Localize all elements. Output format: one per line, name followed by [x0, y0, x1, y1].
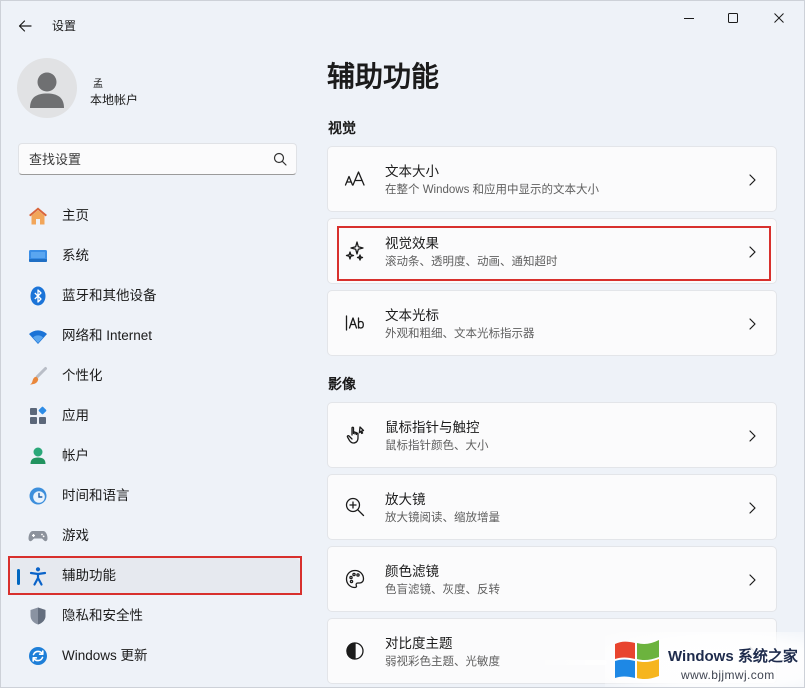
card-title: 鼠标指针与触控 [385, 420, 480, 435]
sidebar-item-windows-update[interactable]: Windows 更新 [10, 638, 300, 674]
card-title: 放大镜 [385, 492, 426, 507]
section-heading: 影像 [328, 376, 356, 392]
sidebar-item-accessibility[interactable]: 辅助功能 [10, 558, 300, 594]
minimize-icon [684, 13, 694, 23]
chevron-right-icon [749, 430, 756, 442]
search-input[interactable] [19, 144, 259, 174]
text-size-icon [344, 168, 366, 190]
selection-indicator [17, 569, 20, 585]
bluetooth-icon [28, 286, 48, 306]
chevron-right-icon [749, 246, 756, 258]
sidebar-item-label: 帐户 [62, 448, 89, 463]
window-title: 设置 [52, 19, 77, 33]
watermark-streak [535, 660, 607, 665]
chevron-right-icon [749, 502, 756, 514]
sidebar-item-apps[interactable]: 应用 [10, 398, 300, 434]
account-name: 孟 [93, 79, 103, 90]
card-subtitle: 放大镜阅读、缩放增量 [385, 512, 500, 524]
windows-logo-icon [613, 638, 661, 682]
windows-update-icon [28, 646, 48, 666]
card-subtitle: 色盲滤镜、灰度、反转 [385, 584, 500, 596]
sidebar-item-label: 隐私和安全性 [62, 608, 143, 623]
setting-card-color-filters[interactable]: 颜色滤镜 色盲滤镜、灰度、反转 [327, 546, 777, 612]
sidebar-item-label: 辅助功能 [62, 568, 116, 583]
card-title: 颜色滤镜 [385, 564, 439, 579]
setting-card-mouse-pointer[interactable]: 鼠标指针与触控 鼠标指针颜色、大小 [327, 402, 777, 468]
sidebar-item-label: 应用 [62, 408, 89, 423]
sidebar-item-system[interactable]: 系统 [10, 238, 300, 274]
maximize-button[interactable] [728, 13, 738, 23]
sidebar-item-accounts[interactable]: 帐户 [10, 438, 300, 474]
shield-icon [28, 606, 48, 626]
sidebar-item-bluetooth[interactable]: 蓝牙和其他设备 [10, 278, 300, 314]
maximize-icon [728, 13, 738, 23]
sidebar-item-personalization[interactable]: 个性化 [10, 358, 300, 394]
watermark-url: www.bjjmwj.com [681, 668, 775, 682]
sidebar-item-label: Windows 更新 [62, 648, 148, 663]
color-filter-icon [344, 568, 366, 590]
wifi-icon [28, 326, 48, 346]
sidebar-item-label: 游戏 [62, 528, 89, 543]
card-title: 视觉效果 [385, 236, 439, 251]
search-box[interactable] [18, 143, 297, 175]
card-title: 文本光标 [385, 308, 439, 323]
sidebar-item-label: 个性化 [62, 368, 103, 383]
sidebar-item-label: 蓝牙和其他设备 [62, 288, 157, 303]
setting-card-text-cursor[interactable]: 文本光标 外观和粗细、文本光标指示器 [327, 290, 777, 356]
system-icon [28, 246, 48, 266]
card-subtitle: 在整个 Windows 和应用中显示的文本大小 [385, 184, 600, 196]
sidebar-item-label: 网络和 Internet [62, 328, 153, 343]
home-icon [28, 206, 48, 226]
sidebar-item-gaming[interactable]: 游戏 [10, 518, 300, 554]
accessibility-icon [28, 566, 48, 586]
back-button[interactable] [14, 15, 36, 37]
sidebar-item-label: 主页 [62, 208, 89, 223]
back-arrow-icon [14, 19, 36, 33]
sidebar-item-network[interactable]: 网络和 Internet [10, 318, 300, 354]
card-subtitle: 滚动条、透明度、动画、通知超时 [385, 256, 558, 268]
sidebar-item-privacy-security[interactable]: 隐私和安全性 [10, 598, 300, 634]
person-icon [17, 58, 77, 118]
close-icon [774, 13, 784, 23]
apps-icon [28, 406, 48, 426]
setting-card-visual-effects[interactable]: 视觉效果 滚动条、透明度、动画、通知超时 [327, 218, 777, 284]
gaming-icon [28, 526, 48, 546]
contrast-icon [344, 640, 366, 662]
card-title: 文本大小 [385, 164, 439, 179]
minimize-button[interactable] [684, 13, 694, 23]
account-icon [28, 446, 48, 466]
card-title: 对比度主题 [385, 636, 453, 651]
watermark-brand: Windows 系统之家 [668, 648, 798, 665]
chevron-right-icon [749, 574, 756, 586]
card-subtitle: 鼠标指针颜色、大小 [385, 440, 489, 452]
page-title: 辅助功能 [327, 61, 440, 92]
chevron-right-icon [749, 318, 756, 330]
setting-card-text-size[interactable]: 文本大小 在整个 Windows 和应用中显示的文本大小 [327, 146, 777, 212]
sidebar-item-label: 时间和语言 [62, 488, 130, 503]
close-button[interactable] [774, 13, 784, 23]
card-subtitle: 外观和粗细、文本光标指示器 [385, 328, 535, 340]
card-subtitle: 弱视彩色主题、光敏度 [385, 656, 500, 668]
search-icon[interactable] [273, 152, 287, 166]
setting-card-magnifier[interactable]: 放大镜 放大镜阅读、缩放增量 [327, 474, 777, 540]
avatar[interactable] [17, 58, 77, 118]
watermark: Windows 系统之家 www.bjjmwj.com [605, 632, 805, 688]
sidebar-item-home[interactable]: 主页 [10, 198, 300, 234]
sidebar-item-label: 系统 [62, 248, 89, 263]
sidebar-item-time-language[interactable]: 时间和语言 [10, 478, 300, 514]
time-language-icon [28, 486, 48, 506]
brush-icon [28, 366, 48, 386]
account-type: 本地帐户 [90, 93, 139, 107]
section-heading: 视觉 [328, 120, 356, 136]
text-cursor-icon [344, 312, 366, 334]
chevron-right-icon [749, 174, 756, 186]
magnifier-icon [344, 496, 366, 518]
visual-effects-icon [344, 240, 366, 262]
mouse-pointer-icon [344, 424, 366, 446]
